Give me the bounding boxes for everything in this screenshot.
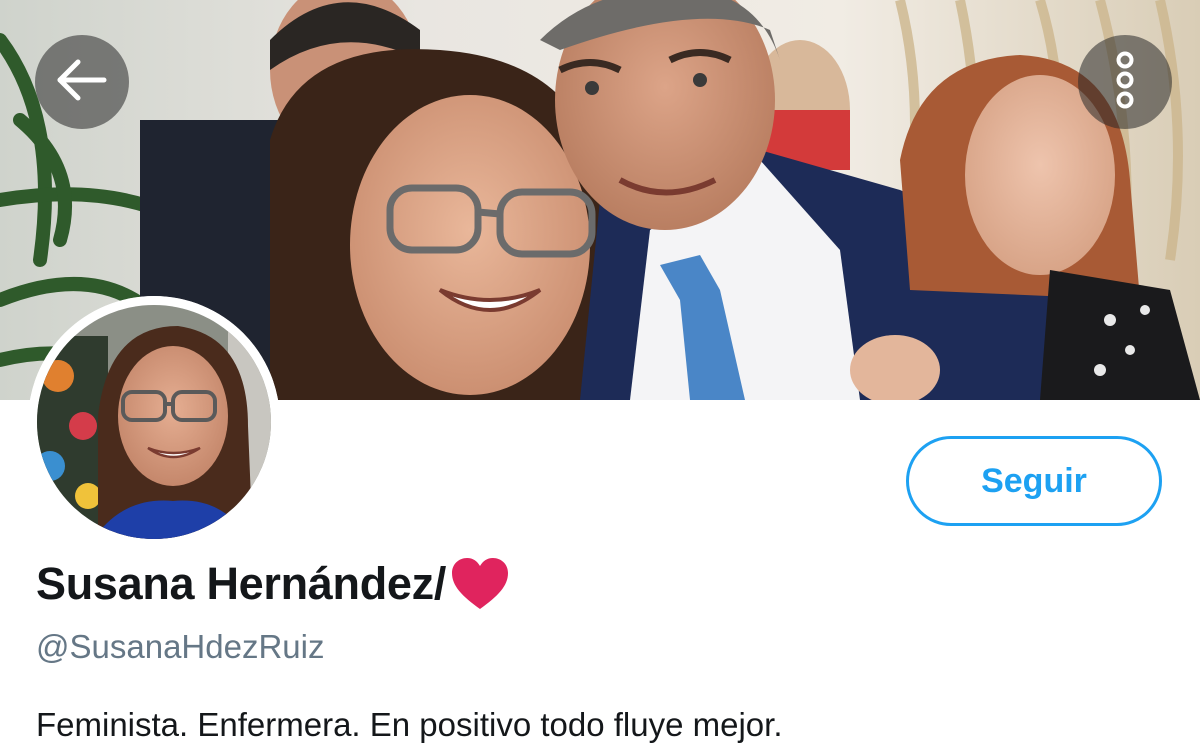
follow-button[interactable]: Seguir bbox=[906, 436, 1162, 526]
avatar[interactable] bbox=[28, 296, 280, 548]
display-name-row: Susana Hernández/ bbox=[36, 552, 510, 616]
arrow-left-icon bbox=[56, 58, 108, 107]
more-vertical-icon bbox=[1113, 50, 1137, 115]
more-options-button[interactable] bbox=[1078, 35, 1172, 129]
red-heart-icon bbox=[450, 556, 510, 612]
profile-bio: Feminista. Enfermera. En positivo todo f… bbox=[36, 706, 783, 743]
profile-screen: Seguir Susana Hernández/ @SusanaHdezRuiz… bbox=[0, 0, 1200, 753]
follow-button-label: Seguir bbox=[981, 461, 1087, 500]
display-name: Susana Hernández/ bbox=[36, 558, 447, 609]
back-button[interactable] bbox=[35, 35, 129, 129]
avatar-photo bbox=[28, 296, 280, 548]
user-handle: @SusanaHdezRuiz bbox=[36, 628, 325, 665]
